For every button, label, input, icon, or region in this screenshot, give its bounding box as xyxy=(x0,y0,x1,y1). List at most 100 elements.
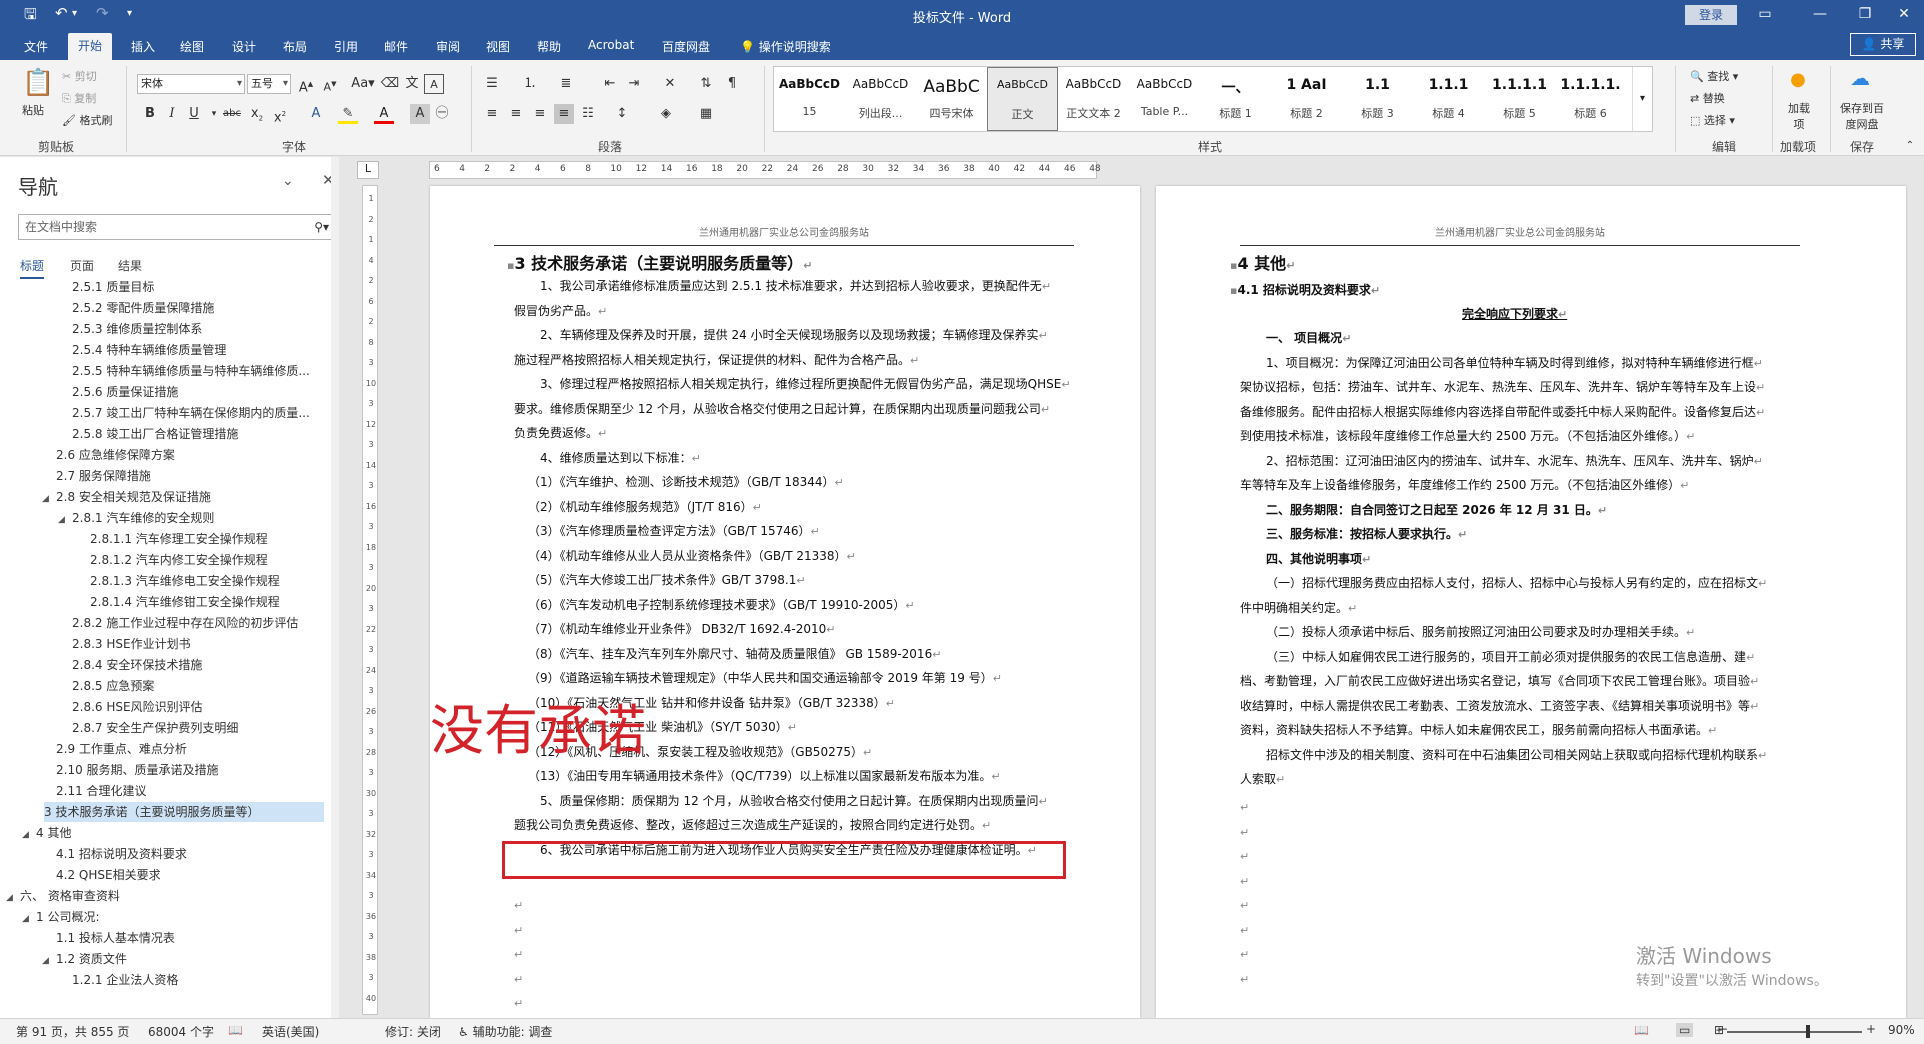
enclose-char-icon[interactable]: ㊀ xyxy=(432,104,452,124)
collapse-triangle-icon[interactable]: ◢ xyxy=(22,825,36,843)
underline-dropdown-icon[interactable]: ▾ xyxy=(204,104,224,124)
style-item[interactable]: 1.1.1.1. 标题 6 xyxy=(1555,67,1626,131)
horizontal-ruler[interactable]: 6 4 2 2 4 6 8 10 12 14 16 18 20 22 24 26 28 30 32 34 36 38 40 4… xyxy=(429,161,1101,179)
nav-heading-item[interactable]: 2.8.1.4 汽车维修钳工安全操作规程 xyxy=(90,592,370,612)
style-item[interactable]: AaBbCcD 正文文本 2 xyxy=(1058,67,1129,131)
pinyin-guide-icon[interactable]: 文 xyxy=(402,74,422,94)
multilevel-list-icon[interactable]: ≣ xyxy=(556,74,576,94)
line-spacing-icon[interactable]: ↕ xyxy=(612,104,632,124)
find-button[interactable]: 🔍 查找 ▾ xyxy=(1690,68,1738,84)
read-mode-icon[interactable]: 📖 xyxy=(1634,1023,1649,1037)
style-item[interactable]: AaBbCcD Table P... xyxy=(1129,67,1200,131)
print-layout-icon[interactable]: ▭ xyxy=(1676,1023,1694,1037)
styles-more-icon[interactable]: ▾ xyxy=(1632,67,1652,131)
align-center-icon[interactable]: ≡ xyxy=(506,104,526,124)
nav-heading-item[interactable]: 4.2 QHSE相关要求 xyxy=(56,865,336,885)
align-right-icon[interactable]: ≡ xyxy=(530,104,550,124)
tell-me-search[interactable]: 💡 操作说明搜索 xyxy=(740,38,831,55)
font-size-combo[interactable]: 五号 xyxy=(247,74,291,94)
save-to-baidu-button[interactable]: 保存到百度网盘 xyxy=(1838,100,1886,132)
track-changes-status[interactable]: 修订: 关闭 xyxy=(385,1023,441,1040)
tab-insert[interactable]: 插入 xyxy=(131,38,155,55)
nav-heading-item[interactable]: ◢ 4 其他 xyxy=(22,823,302,843)
nav-options-icon[interactable]: ⌄ xyxy=(282,173,294,189)
nav-heading-item[interactable]: ◢ 2.8 安全相关规范及保证措施 xyxy=(42,487,322,507)
addins-button[interactable]: 加载项 xyxy=(1786,100,1812,132)
document-page[interactable]: 兰州通用机器厂实业总公司金鸽服务站 ▪4 其他↵ ▪4.1 招标说明及资料要求↵… xyxy=(1156,186,1906,1018)
close-icon[interactable]: ✕ xyxy=(1884,3,1924,25)
style-item-selected[interactable]: AaBbCcD 正文 xyxy=(987,67,1058,131)
subscript-icon[interactable]: x2 xyxy=(247,104,267,124)
share-button[interactable]: 👤 共享 xyxy=(1850,33,1916,56)
clear-format-icon[interactable]: ⌫ xyxy=(380,74,400,94)
nav-heading-item[interactable]: 2.8.1.1 汽车修理工安全操作规程 xyxy=(90,529,370,549)
char-shading-icon[interactable]: A xyxy=(410,104,430,124)
increase-indent-icon[interactable]: ⇥ xyxy=(624,74,644,94)
nav-heading-item[interactable]: 2.8.1.2 汽车内修工安全操作规程 xyxy=(90,550,370,570)
page-count[interactable]: 第 91 页，共 855 页 xyxy=(16,1023,129,1040)
tab-mailings[interactable]: 邮件 xyxy=(384,38,408,55)
nav-scrollbar[interactable] xyxy=(331,157,339,1018)
zoom-slider[interactable] xyxy=(1727,1031,1862,1033)
asian-layout-icon[interactable]: ✕ xyxy=(660,74,680,94)
nav-tab-pages[interactable]: 页面 xyxy=(70,257,94,274)
accessibility-status[interactable]: ♿ 辅助功能: 调查 xyxy=(458,1023,552,1040)
search-icon[interactable]: ⚲▾ xyxy=(314,215,329,239)
tab-view[interactable]: 视图 xyxy=(486,38,510,55)
word-count[interactable]: 68004 个字 xyxy=(148,1023,214,1040)
nav-heading-item[interactable]: ◢ 六、 资格审查资料 xyxy=(6,886,286,906)
style-item[interactable]: 1.1 标题 3 xyxy=(1342,67,1413,131)
nav-heading-item[interactable]: 2.6 应急维修保障方案 xyxy=(56,445,336,465)
grow-font-icon[interactable]: A▲ xyxy=(296,74,316,95)
nav-heading-item[interactable]: 2.8.2 施工作业过程中存在风险的初步评估 xyxy=(72,613,352,633)
bold-icon[interactable]: B xyxy=(140,104,160,124)
nav-heading-item[interactable]: 2.11 合理化建议 xyxy=(56,781,336,801)
nav-heading-item[interactable]: 2.5.6 质量保证措施 xyxy=(72,382,352,402)
language-status[interactable]: 英语(美国) xyxy=(262,1023,319,1040)
zoom-in-icon[interactable]: + xyxy=(1866,1022,1876,1036)
tab-draw[interactable]: 绘图 xyxy=(180,38,204,55)
zoom-level[interactable]: 90% xyxy=(1888,1023,1915,1037)
vertical-ruler[interactable]: 1 2 1 4 2 6 2 8 3 10 3 12 3 14 3 16 3 18 3 20 3 22 3 24 3 26 3 28 3 3… xyxy=(362,185,378,1015)
nav-heading-item[interactable]: 2.5.5 特种车辆维修质量与特种车辆维修质... xyxy=(72,361,352,381)
collapse-triangle-icon[interactable]: ◢ xyxy=(42,951,56,969)
nav-heading-item[interactable]: 2.8.5 应急预案 xyxy=(72,676,352,696)
nav-tab-results[interactable]: 结果 xyxy=(118,257,142,274)
align-left-icon[interactable]: ≡ xyxy=(482,104,502,124)
font-name-combo[interactable]: 宋体 xyxy=(137,74,245,94)
tab-layout[interactable]: 布局 xyxy=(283,38,307,55)
nav-heading-item[interactable]: 2.5.3 维修质量控制体系 xyxy=(72,319,352,339)
collapse-triangle-icon[interactable]: ◢ xyxy=(58,510,72,528)
nav-heading-item[interactable]: 3 技术服务承诺（主要说明服务质量等） xyxy=(44,802,324,822)
copy-button[interactable]: ⎘ 复制 xyxy=(62,90,96,106)
sort-icon[interactable]: ⇅ xyxy=(696,74,716,94)
tab-acrobat[interactable]: Acrobat xyxy=(588,38,634,52)
strikethrough-icon[interactable]: abc xyxy=(222,104,242,124)
collapse-ribbon-icon[interactable]: ⌃ xyxy=(1900,136,1920,156)
minimize-icon[interactable]: — xyxy=(1800,3,1840,25)
nav-heading-item[interactable]: ◢ 1.2 资质文件 xyxy=(42,949,322,969)
zoom-out-icon[interactable]: − xyxy=(1718,1022,1728,1036)
style-item[interactable]: 1.1.1 标题 4 xyxy=(1413,67,1484,131)
replace-button[interactable]: ⇄ 替换 xyxy=(1690,90,1725,106)
tab-review[interactable]: 审阅 xyxy=(436,38,460,55)
nav-heading-item[interactable]: 1.1 投标人基本情况表 xyxy=(56,928,336,948)
nav-heading-item[interactable]: 2.8.4 安全环保技术措施 xyxy=(72,655,352,675)
nav-heading-item[interactable]: ◢ 2.8.1 汽车维修的安全规则 xyxy=(58,508,338,528)
char-border-icon[interactable]: A xyxy=(424,74,444,94)
nav-heading-item[interactable]: 4.1 招标说明及资料要求 xyxy=(56,844,336,864)
format-painter-button[interactable]: 🖌 格式刷 xyxy=(62,112,112,128)
baidu-cloud-icon[interactable]: ☁ xyxy=(1850,68,1870,88)
nav-heading-item[interactable]: 2.9 工作重点、难点分析 xyxy=(56,739,336,759)
nav-heading-item[interactable]: ◢ 1 公司概况: xyxy=(22,907,302,927)
proofing-icon[interactable]: 📖 xyxy=(228,1023,243,1037)
numbering-icon[interactable]: ⒈ xyxy=(520,74,540,94)
tab-references[interactable]: 引用 xyxy=(334,38,358,55)
nav-heading-item[interactable]: 2.8.7 安全生产保护费列支明细 xyxy=(72,718,352,738)
paste-button[interactable]: 粘贴 xyxy=(22,102,44,118)
addins-icon[interactable]: ● xyxy=(1788,70,1808,90)
tab-home[interactable]: 开始 xyxy=(68,33,113,60)
collapse-triangle-icon[interactable]: ◢ xyxy=(42,489,56,507)
italic-icon[interactable]: I xyxy=(162,104,182,124)
distributed-icon[interactable]: ☷ xyxy=(578,104,598,124)
